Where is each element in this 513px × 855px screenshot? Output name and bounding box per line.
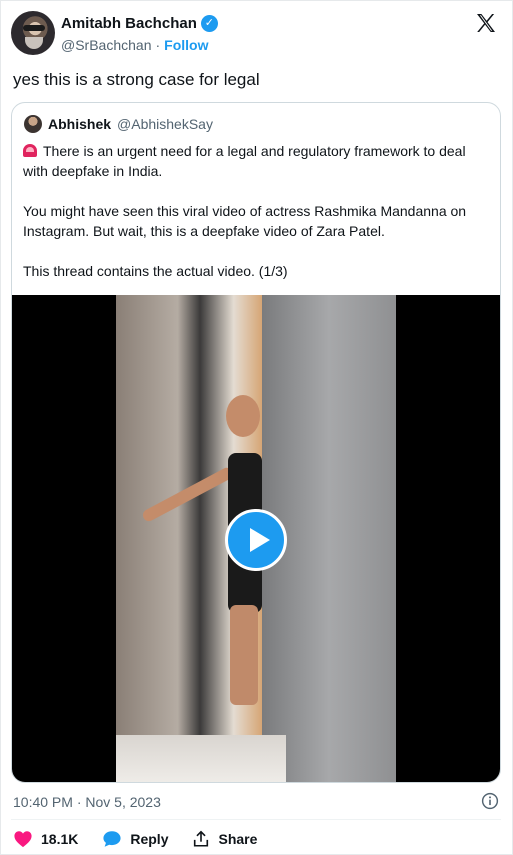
author-name-row: Amitabh Bachchan ✓ [61,15,218,32]
share-icon [194,830,209,847]
tweet-timestamp[interactable]: 10:40 PM · Nov 5, 2023 [13,794,161,810]
siren-emoji-icon [23,144,37,157]
quoted-paragraph-3: This thread contains the actual video. (… [23,263,288,279]
person-legs [230,605,258,705]
action-bar: 18.1K Reply Share [13,830,281,848]
quoted-name[interactable]: Abhishek [48,116,111,132]
quoted-paragraph-1: There is an urgent need for a legal and … [23,143,466,179]
author-name[interactable]: Amitabh Bachchan [61,15,197,32]
avatar-beard [25,37,43,49]
like-count: 18.1K [41,831,79,847]
handle-separator: · [155,37,161,53]
share-button[interactable]: Share [192,830,257,848]
divider [11,819,501,820]
share-label: Share [218,831,258,847]
heart-icon [14,831,32,848]
author-avatar[interactable] [11,11,55,55]
reply-button[interactable]: Reply [102,830,168,848]
avatar-glasses [23,25,45,31]
follow-button[interactable]: Follow [164,37,208,53]
tweet-card: Amitabh Bachchan ✓ @SrBachchan · Follow … [0,0,513,855]
info-icon[interactable] [481,792,499,810]
reply-label: Reply [130,831,169,847]
verified-badge-icon: ✓ [200,15,218,32]
reply-bubble-icon [103,831,121,847]
quoted-handle[interactable]: @AbhishekSay [117,116,213,132]
person-head [226,395,260,437]
quoted-paragraph-2: You might have seen this viral video of … [23,203,467,239]
video-player[interactable] [12,295,500,782]
play-icon[interactable] [225,509,287,571]
like-button[interactable]: 18.1K [13,830,78,848]
tweet-text: yes this is a strong case for legal [13,70,260,89]
tweet-header: Amitabh Bachchan ✓ @SrBachchan · Follow [11,9,504,57]
author-handle-row: @SrBachchan · Follow [61,37,208,53]
quoted-header: Abhishek @AbhishekSay [24,115,213,133]
x-logo-icon[interactable] [474,11,498,35]
quoted-paragraph: There is an urgent need for a legal and … [23,141,491,181]
quoted-tweet[interactable]: Abhishek @AbhishekSay There is an urgent… [11,102,501,783]
author-handle[interactable]: @SrBachchan [61,37,151,53]
video-floor [116,735,286,782]
quoted-body: There is an urgent need for a legal and … [23,141,491,301]
quoted-avatar[interactable] [24,115,42,133]
